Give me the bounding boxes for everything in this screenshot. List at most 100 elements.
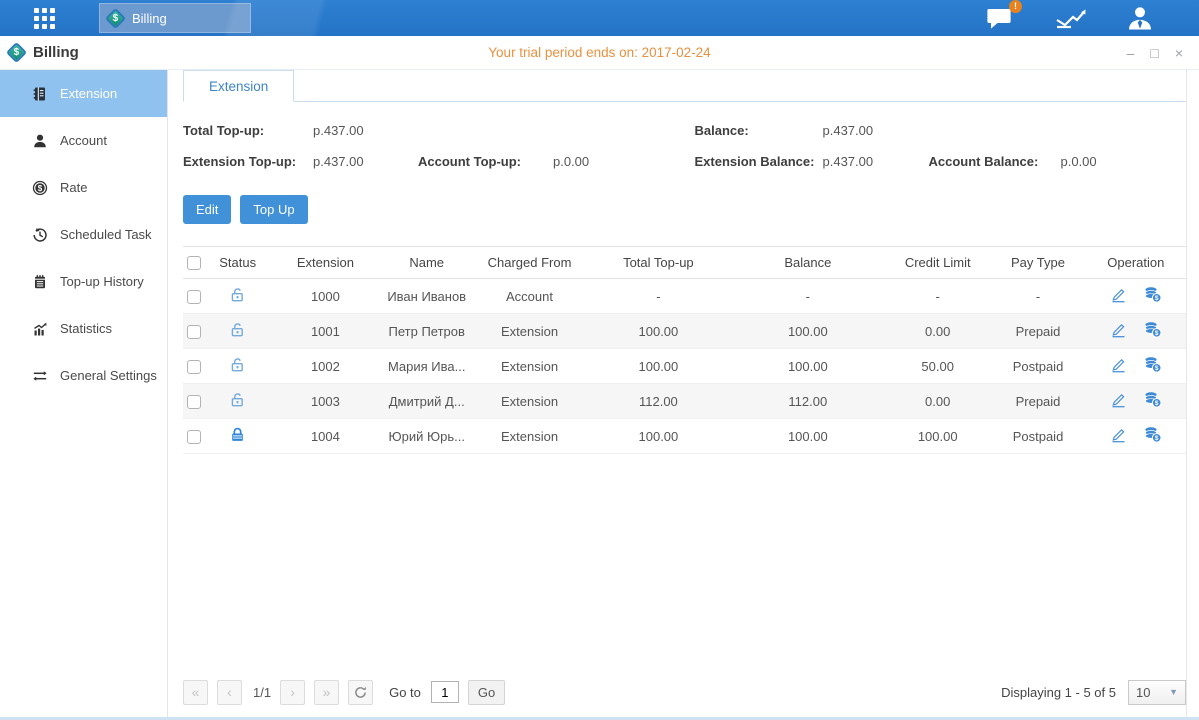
cell-charged-from: Extension — [473, 314, 586, 349]
cell-pay-type: Postpaid — [990, 349, 1085, 384]
taskbar-tab-billing[interactable]: $ Billing — [99, 3, 251, 33]
col-pay-type: Pay Type — [990, 247, 1085, 279]
minimize-icon[interactable]: – — [1127, 46, 1135, 60]
select-all-checkbox[interactable] — [187, 256, 201, 270]
page-size-value: 10 — [1136, 685, 1150, 700]
account-balance-value: p.0.00 — [1061, 154, 1097, 169]
account-balance-label: Account Balance: — [929, 154, 1061, 169]
next-page-button[interactable]: › — [280, 680, 305, 705]
row-checkbox[interactable] — [187, 325, 201, 339]
cell-credit-limit: 100.00 — [885, 419, 990, 454]
goto-page-input[interactable] — [431, 681, 459, 703]
page-size-select[interactable]: 10 ▼ — [1128, 680, 1186, 705]
edit-row-icon[interactable] — [1110, 426, 1127, 446]
col-status: Status — [205, 247, 270, 279]
prev-page-button[interactable]: ‹ — [217, 680, 242, 705]
row-checkbox[interactable] — [187, 430, 201, 444]
notifications-chat-icon[interactable]: ! — [985, 6, 1014, 30]
displaying-text: Displaying 1 - 5 of 5 — [1001, 685, 1116, 700]
sidebar-item-general-settings[interactable]: General Settings — [0, 352, 167, 399]
cell-extension: 1000 — [270, 279, 380, 314]
sidebar: Extension Account $ — [0, 70, 168, 720]
extension-topup-value: p.437.00 — [313, 154, 418, 169]
lock-open-icon — [229, 356, 246, 376]
col-operation: Operation — [1086, 247, 1186, 279]
page-indicator: 1/1 — [253, 685, 271, 700]
lock-open-glyph — [229, 391, 246, 408]
edit-row-icon[interactable] — [1110, 286, 1127, 306]
top-up-button[interactable]: Top Up — [240, 195, 307, 224]
balance-value: p.437.00 — [823, 123, 874, 138]
row-checkbox[interactable] — [187, 360, 201, 374]
cell-extension: 1004 — [270, 419, 380, 454]
table-header-row: Status Extension Name Charged From Total… — [183, 247, 1186, 279]
close-icon[interactable]: × — [1175, 46, 1183, 60]
first-page-button[interactable]: « — [183, 680, 208, 705]
edit-row-icon[interactable] — [1110, 321, 1127, 341]
edit-row-icon[interactable] — [1110, 391, 1127, 411]
sliders-icon — [31, 368, 49, 384]
cell-charged-from: Extension — [473, 419, 586, 454]
sidebar-item-extension[interactable]: Extension — [0, 70, 167, 117]
total-topup-label: Total Top-up: — [183, 123, 313, 138]
sidebar-item-topup-history[interactable]: Top-up History — [0, 258, 167, 305]
table-row: 1004Юрий Юрь...Extension100.00100.00100.… — [183, 419, 1186, 454]
row-checkbox[interactable] — [187, 290, 201, 304]
empty-area — [183, 454, 1186, 672]
col-total-topup: Total Top-up — [586, 247, 730, 279]
sidebar-item-scheduled-task[interactable]: Scheduled Task — [0, 211, 167, 258]
extension-table: Status Extension Name Charged From Total… — [183, 246, 1186, 454]
go-button[interactable]: Go — [468, 680, 505, 705]
account-topup-value: p.0.00 — [553, 154, 589, 169]
sidebar-item-label: General Settings — [60, 368, 157, 383]
extension-topup-label: Extension Top-up: — [183, 154, 313, 169]
window-controls: – □ × — [1127, 46, 1183, 60]
lock-open-glyph — [229, 321, 246, 338]
sidebar-item-statistics[interactable]: Statistics — [0, 305, 167, 352]
sidebar-item-account[interactable]: Account — [0, 117, 167, 164]
refresh-icon — [354, 686, 367, 699]
cell-balance: - — [731, 279, 885, 314]
sidebar-item-rate[interactable]: $ Rate — [0, 164, 167, 211]
maximize-icon[interactable]: □ — [1150, 46, 1158, 60]
topbar-icons: ! — [985, 0, 1153, 36]
topup-row-icon[interactable]: $ — [1143, 356, 1162, 376]
row-checkbox[interactable] — [187, 395, 201, 409]
cell-credit-limit: 50.00 — [885, 349, 990, 384]
cell-name: Юрий Юрь... — [381, 419, 473, 454]
col-extension: Extension — [270, 247, 380, 279]
cell-balance: 100.00 — [731, 314, 885, 349]
tab-extension[interactable]: Extension — [183, 70, 294, 102]
window-header: $ Billing Your trial period ends on: 201… — [0, 36, 1199, 70]
col-credit-limit: Credit Limit — [885, 247, 990, 279]
topbar: $ Billing ! — [0, 0, 1199, 36]
cell-extension: 1003 — [270, 384, 380, 419]
topup-row-icon[interactable]: $ — [1143, 321, 1162, 341]
cell-pay-type: Prepaid — [990, 314, 1085, 349]
lock-open-glyph — [229, 356, 246, 373]
window-title: $ Billing — [9, 44, 79, 61]
user-account-icon[interactable] — [1127, 6, 1153, 31]
app-window: $ Billing ! — [0, 0, 1199, 720]
last-page-button[interactable]: » — [314, 680, 339, 705]
topup-row-icon[interactable]: $ — [1143, 391, 1162, 411]
cell-pay-type: - — [990, 279, 1085, 314]
cell-total-topup: 100.00 — [586, 349, 730, 384]
edit-row-icon[interactable] — [1110, 356, 1127, 376]
topup-row-icon[interactable]: $ — [1143, 286, 1162, 306]
account-topup-label: Account Top-up: — [418, 154, 553, 169]
action-buttons: Edit Top Up — [183, 195, 1186, 224]
activity-chart-icon[interactable] — [1054, 6, 1087, 30]
cell-total-topup: 112.00 — [586, 384, 730, 419]
cell-name: Иван Иванов — [381, 279, 473, 314]
window-body: Extension Account $ — [0, 70, 1199, 720]
trial-notice: Your trial period ends on: 2017-02-24 — [0, 45, 1199, 60]
lock-open-icon — [229, 321, 246, 341]
edit-button[interactable]: Edit — [183, 195, 231, 224]
apps-grid-icon[interactable] — [34, 8, 55, 29]
topup-row-icon[interactable]: $ — [1143, 426, 1162, 446]
col-balance: Balance — [731, 247, 885, 279]
table-row: 1001Петр ПетровExtension100.00100.000.00… — [183, 314, 1186, 349]
refresh-button[interactable] — [348, 680, 373, 705]
ledger-icon — [31, 86, 49, 102]
